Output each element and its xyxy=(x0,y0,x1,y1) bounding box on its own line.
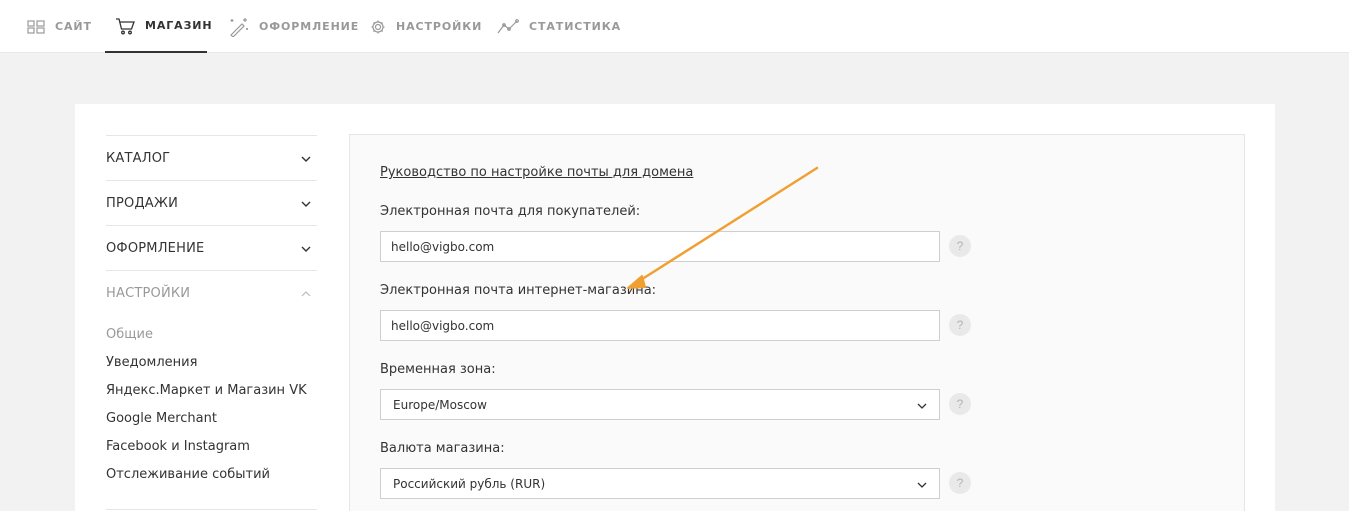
chevron-up-icon xyxy=(301,284,311,302)
sidebar-section-design[interactable]: ОФОРМЛЕНИЕ xyxy=(106,225,317,270)
sidebar-item-general[interactable]: Общие xyxy=(106,321,317,349)
sidebar-item-facebook-instagram[interactable]: Facebook и Instagram xyxy=(106,433,317,461)
nav-tab-settings-label: НАСТРОЙКИ xyxy=(396,20,483,33)
chevron-down-icon xyxy=(301,194,311,212)
chevron-down-icon xyxy=(917,396,927,414)
sidebar-section-label: НАСТРОЙКИ xyxy=(106,285,191,301)
timezone-help-icon[interactable]: ? xyxy=(949,393,971,415)
customer-email-help-icon[interactable]: ? xyxy=(949,235,971,257)
gear-icon xyxy=(370,19,386,35)
sidebar-section-catalog[interactable]: КАТАЛОГ xyxy=(106,135,317,180)
timezone-select[interactable]: Europe/Moscow xyxy=(380,389,940,420)
magic-wand-icon xyxy=(227,17,249,37)
currency-help-icon[interactable]: ? xyxy=(949,472,971,494)
customer-email-field[interactable] xyxy=(380,231,940,262)
top-navigation: САЙТ МАГАЗИН ОФОРМЛЕНИЕ НАСТРОЙКИ СТАТИС… xyxy=(0,0,1349,53)
sidebar-section-label: ОФОРМЛЕНИЕ xyxy=(106,240,205,256)
nav-tab-statistics-label: СТАТИСТИКА xyxy=(529,20,622,33)
grid-icon xyxy=(27,19,45,34)
shop-email-label: Электронная почта интернет-магазина: xyxy=(380,283,657,298)
shop-email-field[interactable] xyxy=(380,310,940,341)
shop-email-help-icon[interactable]: ? xyxy=(949,314,971,336)
customer-email-label: Электронная почта для покупателей: xyxy=(380,204,641,219)
cart-icon xyxy=(115,17,135,35)
sidebar-item-yandex-market-vk[interactable]: Яндекс.Маркет и Магазин VK xyxy=(106,377,317,405)
sidebar-item-event-tracking[interactable]: Отслеживание событий xyxy=(106,461,317,489)
timezone-value: Europe/Moscow xyxy=(393,397,487,412)
nav-tab-site[interactable]: САЙТ xyxy=(27,0,92,53)
nav-tab-design-label: ОФОРМЛЕНИЕ xyxy=(259,20,360,33)
currency-label: Валюта магазина: xyxy=(380,441,505,456)
chevron-down-icon xyxy=(301,149,311,167)
sidebar-item-notifications[interactable]: Уведомления xyxy=(106,349,317,377)
sidebar-section-settings[interactable]: НАСТРОЙКИ xyxy=(106,270,317,315)
nav-tab-site-label: САЙТ xyxy=(55,20,92,33)
nav-tab-shop-label: МАГАЗИН xyxy=(145,19,213,32)
currency-select[interactable]: Российский рубль (RUR) xyxy=(380,468,940,499)
nav-tab-settings[interactable]: НАСТРОЙКИ xyxy=(370,0,482,53)
settings-submenu: Общие Уведомления Яндекс.Маркет и Магази… xyxy=(106,315,317,509)
nav-tab-shop[interactable]: МАГАЗИН xyxy=(105,0,212,53)
sidebar-section-label: ПРОДАЖИ xyxy=(106,195,179,211)
timezone-label: Временная зона: xyxy=(380,362,496,377)
currency-value: Российский рубль (RUR) xyxy=(393,476,546,491)
line-chart-icon xyxy=(497,18,519,35)
sidebar: КАТАЛОГ ПРОДАЖИ ОФОРМЛЕНИЕ НАСТРОЙКИ Общ… xyxy=(106,135,317,511)
sidebar-item-google-merchant[interactable]: Google Merchant xyxy=(106,405,317,433)
sidebar-section-sales[interactable]: ПРОДАЖИ xyxy=(106,180,317,225)
nav-tab-statistics[interactable]: СТАТИСТИКА xyxy=(497,0,621,53)
sidebar-section-label: КАТАЛОГ xyxy=(106,150,171,166)
domain-mail-guide-link[interactable]: Руководство по настройке почты для домен… xyxy=(380,165,693,180)
chevron-down-icon xyxy=(917,475,927,493)
nav-tab-design[interactable]: ОФОРМЛЕНИЕ xyxy=(227,0,359,53)
chevron-down-icon xyxy=(301,239,311,257)
